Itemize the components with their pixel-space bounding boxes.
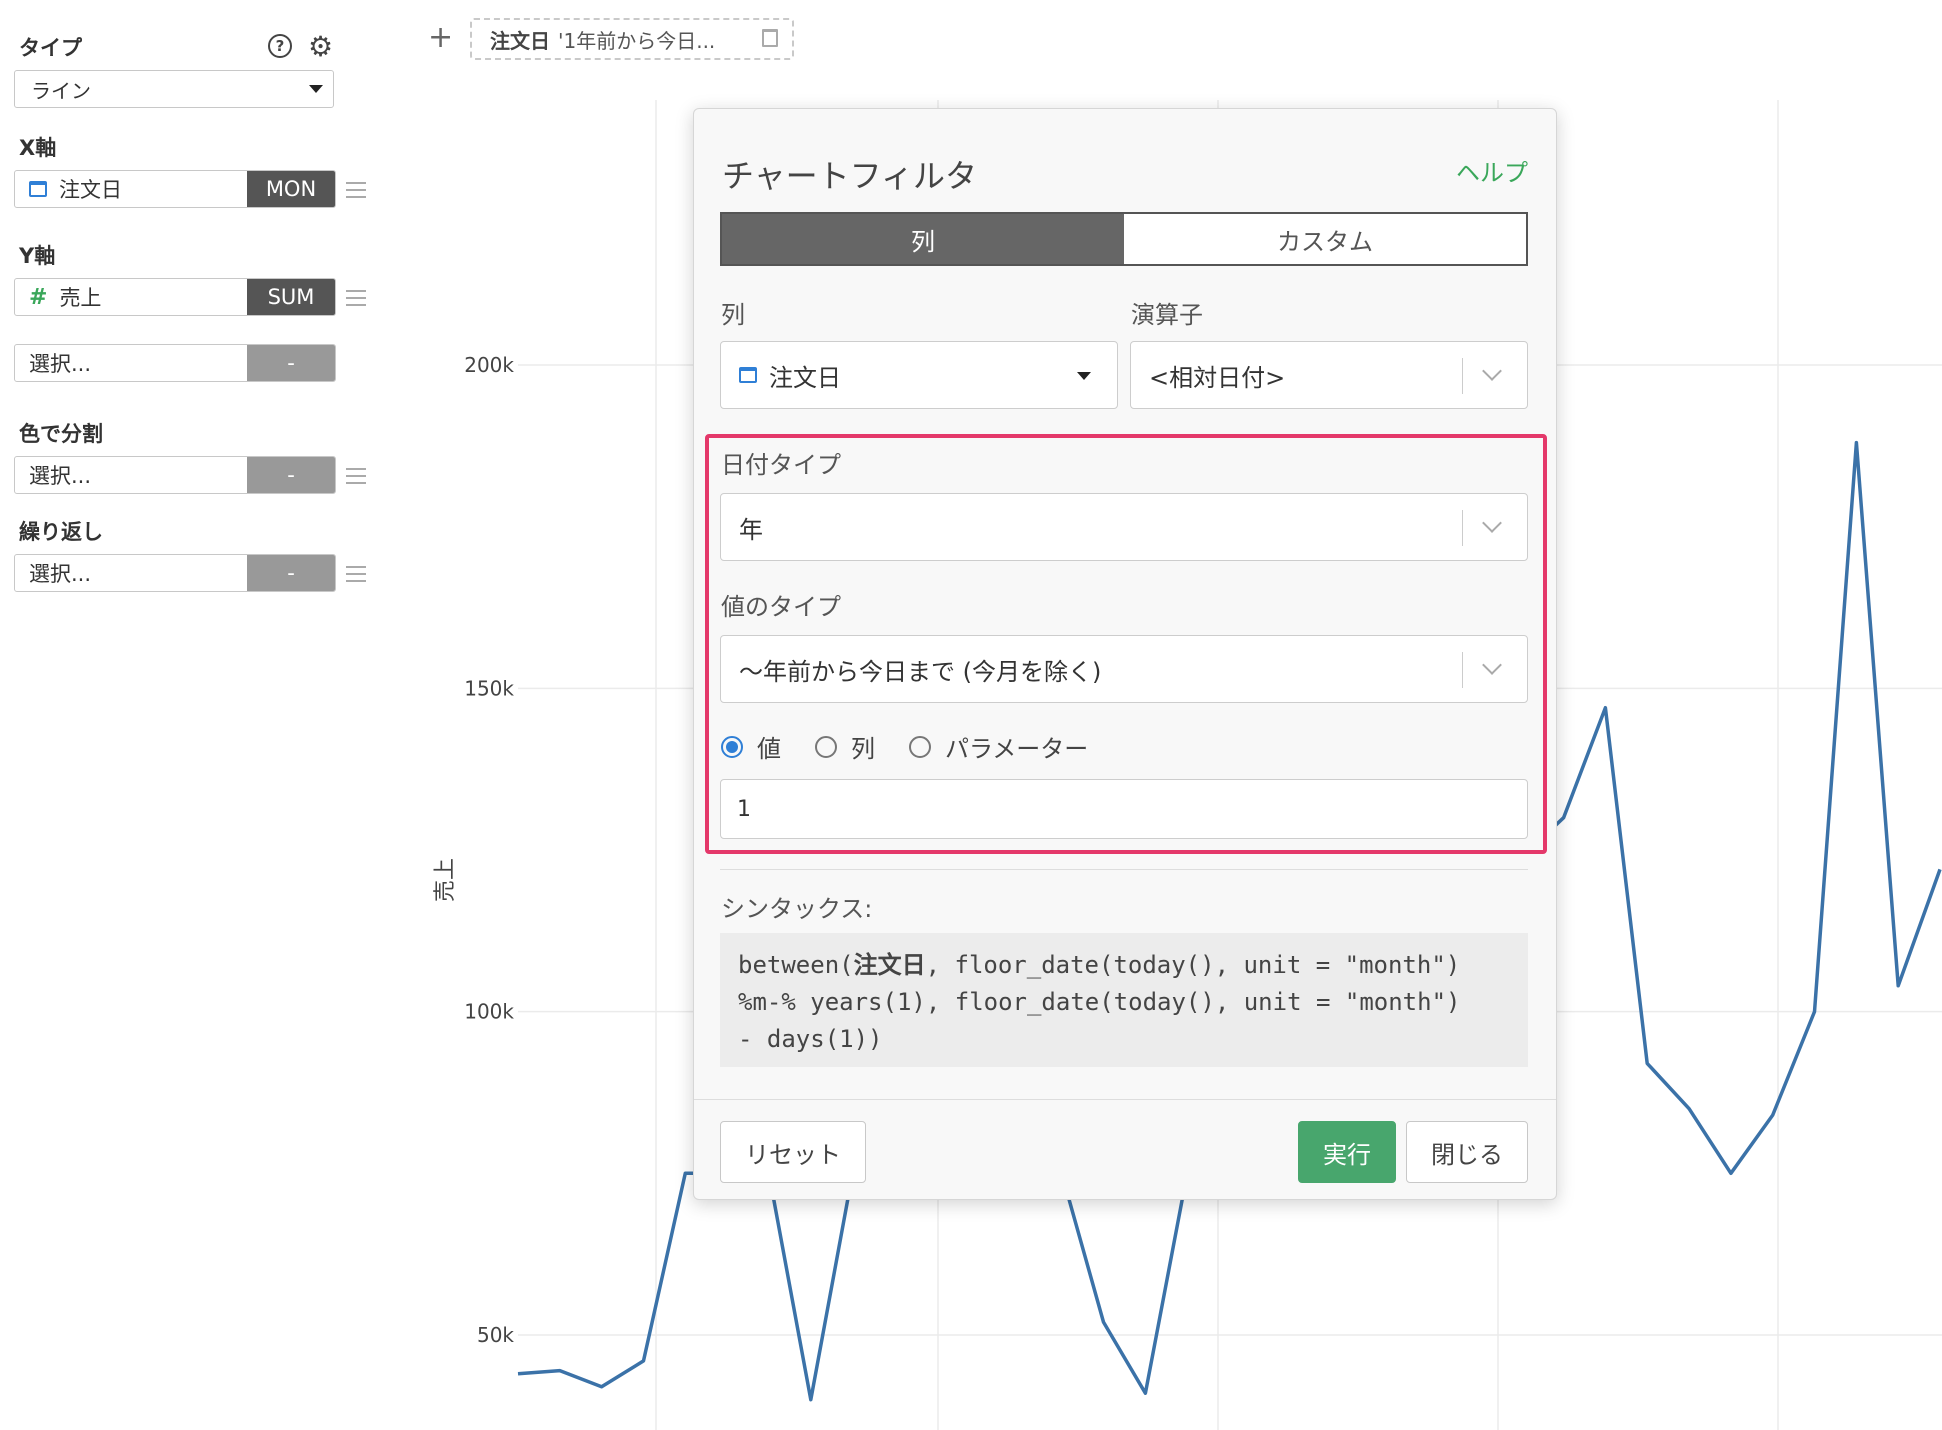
date-type-value: 年 xyxy=(739,515,763,544)
type-label: タイプ xyxy=(19,36,82,60)
help-icon[interactable]: ? xyxy=(268,34,292,58)
operator-select[interactable]: <相対日付> xyxy=(1130,341,1528,409)
radio-column-label: 列 xyxy=(851,735,875,763)
x-axis-agg-button[interactable]: MON xyxy=(247,171,335,207)
filter-chip-column: 注文日 xyxy=(490,28,550,53)
tab-custom[interactable]: カスタム xyxy=(1124,214,1526,264)
y-axis-agg-button[interactable]: SUM xyxy=(247,279,335,315)
y-axis-field-name: 売上 xyxy=(59,286,102,310)
number-icon: # xyxy=(29,284,48,310)
dialog-title: チャートフィルタ xyxy=(722,157,978,195)
footer-divider xyxy=(694,1099,1556,1100)
radio-parameter-label: パラメーター xyxy=(945,735,1089,763)
reset-button[interactable]: リセット xyxy=(720,1121,866,1183)
run-button[interactable]: 実行 xyxy=(1298,1121,1396,1183)
repeat-field[interactable]: 選択... - xyxy=(14,554,336,592)
repeat-placeholder: 選択... xyxy=(29,562,92,586)
filter-mode-tabs: 列 カスタム xyxy=(720,212,1528,266)
chart-type-select[interactable]: ライン xyxy=(14,70,334,108)
y-axis-menu-icon[interactable] xyxy=(346,290,366,306)
y-tick-label: 200k xyxy=(464,353,514,377)
date-type-select[interactable]: 年 xyxy=(720,493,1528,561)
radio-value[interactable]: 値 xyxy=(721,729,781,764)
syntax-label: シンタックス: xyxy=(721,895,873,923)
add-filter-button[interactable]: + xyxy=(428,20,453,55)
y-tick-label: 150k xyxy=(464,676,514,700)
syntax-preview: between(注文日, floor_date(today(), unit = … xyxy=(720,933,1528,1067)
close-button[interactable]: 閉じる xyxy=(1406,1121,1528,1183)
calendar-icon xyxy=(29,181,47,197)
filter-chip-text: '1年前から今日... xyxy=(558,28,716,53)
radio-value-label: 値 xyxy=(757,735,781,763)
column-label: 列 xyxy=(721,301,745,329)
value-source-radio-group: 値 列 パラメーター xyxy=(721,729,1122,764)
y-axis-label: Y軸 xyxy=(19,244,56,268)
help-link[interactable]: ヘルプ xyxy=(1456,153,1528,188)
value-type-label: 値のタイプ xyxy=(721,593,841,621)
divider xyxy=(720,869,1528,870)
y-axis2-placeholder: 選択... xyxy=(29,352,92,376)
radio-parameter[interactable]: パラメーター xyxy=(909,729,1088,764)
filter-chip[interactable]: 注文日 '1年前から今日... xyxy=(470,18,794,60)
repeat-menu-icon[interactable] xyxy=(346,566,366,582)
color-split-placeholder: 選択... xyxy=(29,464,92,488)
gear-icon[interactable]: ⚙ xyxy=(308,30,333,63)
x-axis-field-name: 注文日 xyxy=(59,178,122,202)
chevron-down-icon xyxy=(1482,513,1502,533)
column-select[interactable]: 注文日 xyxy=(720,341,1118,409)
operator-label: 演算子 xyxy=(1131,301,1203,329)
y-tick-labels: 50k 100k 150k 200k xyxy=(464,353,514,1347)
y-axis2-field[interactable]: 選択... - xyxy=(14,344,336,382)
value-input[interactable]: 1 xyxy=(720,779,1528,839)
color-split-label: 色で分割 xyxy=(19,422,103,446)
value-type-value: 〜年前から今日まで (今月を除く) xyxy=(739,657,1102,686)
date-type-label: 日付タイプ xyxy=(721,451,841,479)
value-type-select[interactable]: 〜年前から今日まで (今月を除く) xyxy=(720,635,1528,703)
y-axis-field[interactable]: # 売上 SUM xyxy=(14,278,336,316)
chart-filter-dialog: チャートフィルタ ヘルプ 列 カスタム 列 演算子 注文日 <相対日付> 日付タ… xyxy=(693,108,1557,1200)
y-axis2-agg-button[interactable]: - xyxy=(247,345,335,381)
x-axis-label: X軸 xyxy=(19,136,57,160)
color-split-menu-icon[interactable] xyxy=(346,468,366,484)
y-axis-label: 売上 xyxy=(433,858,458,902)
tab-column[interactable]: 列 xyxy=(722,214,1124,264)
trash-icon[interactable] xyxy=(762,29,778,47)
y-tick-label: 50k xyxy=(477,1323,514,1347)
repeat-label: 繰り返し xyxy=(19,520,103,544)
y-tick-label: 100k xyxy=(464,1000,514,1024)
repeat-agg-button[interactable]: - xyxy=(247,555,335,591)
column-select-value: 注文日 xyxy=(769,363,841,392)
x-axis-field[interactable]: 注文日 MON xyxy=(14,170,336,208)
chevron-down-icon xyxy=(1482,655,1502,675)
x-axis-menu-icon[interactable] xyxy=(346,182,366,198)
color-split-agg-button[interactable]: - xyxy=(247,457,335,493)
caret-down-icon xyxy=(309,85,323,93)
calendar-icon xyxy=(739,367,757,383)
color-split-field[interactable]: 選択... - xyxy=(14,456,336,494)
chart-type-value: ライン xyxy=(31,78,91,103)
chevron-down-icon xyxy=(1482,361,1502,381)
operator-select-value: <相対日付> xyxy=(1149,363,1286,392)
radio-column[interactable]: 列 xyxy=(815,729,875,764)
caret-down-icon xyxy=(1077,372,1091,380)
